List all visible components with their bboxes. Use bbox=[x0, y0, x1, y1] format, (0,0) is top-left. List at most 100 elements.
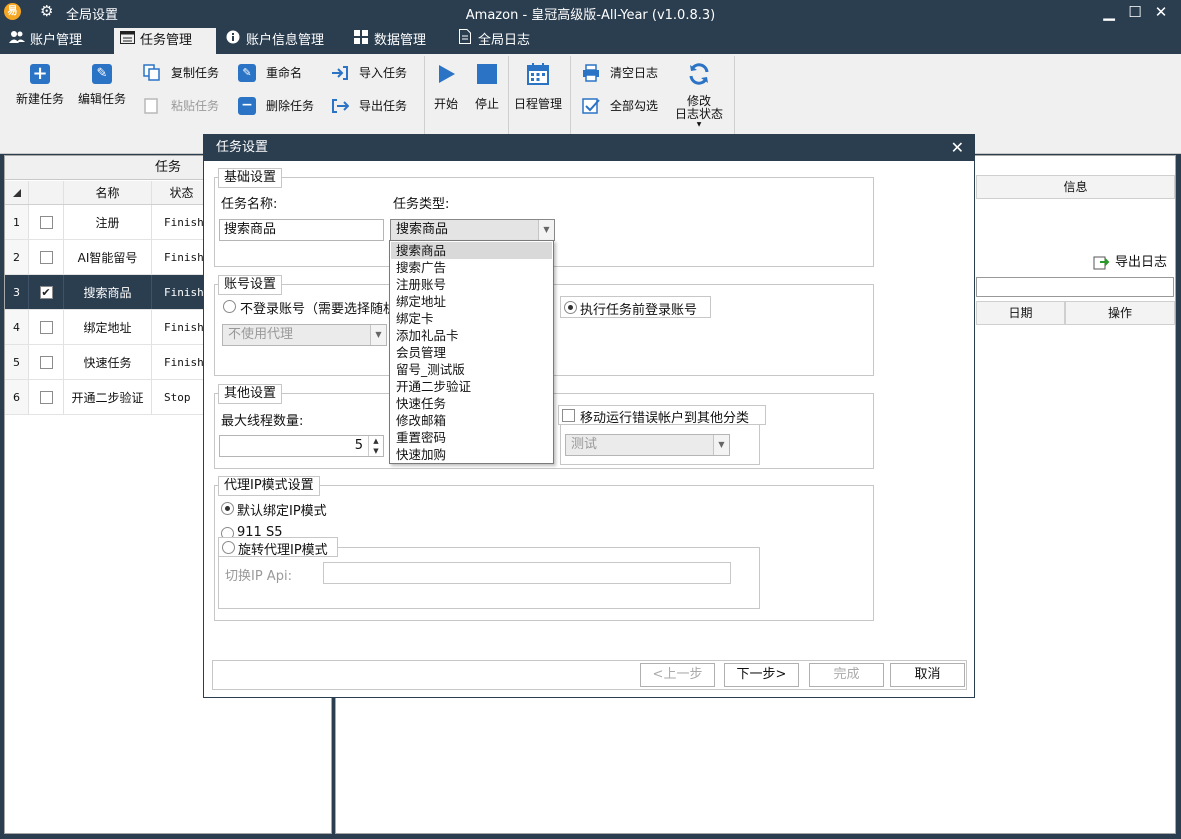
prev-step-button[interactable]: <上一步 bbox=[640, 663, 715, 687]
stop-icon bbox=[477, 64, 497, 84]
no-login-radio[interactable] bbox=[223, 300, 236, 313]
checkbox-icon[interactable] bbox=[39, 320, 53, 334]
export-log-button[interactable]: 导出日志 bbox=[1091, 253, 1175, 273]
task-type-option[interactable]: 搜索广告 bbox=[391, 259, 552, 276]
rename-pencil-icon: ✎ bbox=[238, 64, 256, 82]
rename-button[interactable]: ✎ 重命名 bbox=[238, 62, 318, 84]
finish-button[interactable]: 完成 bbox=[809, 663, 884, 687]
task-type-option[interactable]: 绑定卡 bbox=[391, 310, 552, 327]
dialog-close-button[interactable]: ✕ bbox=[951, 135, 964, 161]
global-settings-menu[interactable]: 全局设置 bbox=[66, 4, 118, 23]
group-title: 代理IP模式设置 bbox=[218, 476, 320, 496]
close-window-button[interactable]: ✕ bbox=[1150, 2, 1172, 22]
row-number: 4 bbox=[5, 310, 29, 344]
task-type-option[interactable]: 快速加购 bbox=[391, 446, 552, 463]
tab-data-management[interactable]: 数据管理 bbox=[352, 28, 448, 54]
proxy-rotate-radio[interactable] bbox=[222, 541, 235, 554]
task-type-option[interactable]: 修改邮箱 bbox=[391, 412, 552, 429]
task-settings-dialog: 任务设置 ✕ 基础设置 任务名称: 搜索商品 任务类型: 搜索商品 ▼ 账号设置… bbox=[203, 134, 975, 698]
delete-task-button[interactable]: − 删除任务 bbox=[238, 95, 318, 117]
export-task-button[interactable]: 导出任务 bbox=[331, 95, 415, 117]
category-select[interactable]: 测试 ▼ bbox=[565, 434, 730, 456]
grid-check-header bbox=[29, 181, 64, 204]
task-name-cell: 搜索商品 bbox=[64, 275, 152, 309]
copy-task-button[interactable]: 复制任务 bbox=[143, 62, 233, 84]
maximize-button[interactable]: ☐ bbox=[1124, 2, 1146, 22]
no-login-option[interactable]: 不登录账号（需要选择随机 bbox=[218, 296, 396, 318]
task-name-cell: 注册 bbox=[64, 205, 152, 239]
checkbox-icon[interactable] bbox=[39, 250, 53, 264]
task-type-option[interactable]: 添加礼品卡 bbox=[391, 327, 552, 344]
tab-account-management[interactable]: 账户管理 bbox=[8, 28, 108, 54]
ribbon-separator bbox=[508, 56, 509, 134]
printer-icon bbox=[583, 64, 599, 82]
caret-down-icon: ▼ bbox=[696, 121, 702, 128]
row-number: 5 bbox=[5, 345, 29, 379]
task-type-option[interactable]: 留号_测试版 bbox=[391, 361, 552, 378]
task-type-option[interactable]: 重置密码 bbox=[391, 429, 552, 446]
task-type-option[interactable]: 搜索商品 bbox=[391, 242, 552, 259]
group-title: 账号设置 bbox=[218, 275, 283, 295]
checkbox-icon[interactable] bbox=[39, 355, 53, 369]
task-type-option[interactable]: 快速任务 bbox=[391, 395, 552, 412]
task-type-option[interactable]: 开通二步验证 bbox=[391, 378, 552, 395]
column-header-name[interactable]: 名称 bbox=[64, 181, 152, 204]
grid-corner bbox=[5, 181, 29, 204]
task-name-input[interactable]: 搜索商品 bbox=[219, 219, 384, 241]
row-checkbox bbox=[29, 205, 64, 239]
spinner-arrows-icon[interactable]: ▲ ▼ bbox=[368, 436, 383, 456]
checkbox-icon[interactable] bbox=[39, 215, 53, 229]
tab-global-log[interactable]: 全局日志 bbox=[456, 28, 552, 54]
minimize-button[interactable]: ▁ bbox=[1098, 2, 1120, 22]
export-icon bbox=[332, 99, 349, 113]
grid-icon bbox=[352, 28, 370, 54]
move-error-checkbox[interactable] bbox=[562, 409, 575, 422]
paste-task-button[interactable]: 粘贴任务 bbox=[143, 95, 233, 117]
group-title: 基础设置 bbox=[218, 168, 283, 188]
task-type-option[interactable]: 绑定地址 bbox=[391, 293, 552, 310]
switch-ip-input[interactable] bbox=[323, 562, 731, 584]
task-type-option[interactable]: 会员管理 bbox=[391, 344, 552, 361]
next-step-button[interactable]: 下一步> bbox=[724, 663, 799, 687]
checkbox-checked-icon[interactable]: ✔ bbox=[39, 285, 53, 299]
move-error-option[interactable]: 移动运行错误帐户到其他分类 bbox=[558, 405, 766, 426]
gears-icon[interactable]: ⚙ bbox=[40, 2, 53, 20]
new-task-button[interactable]: + 新建任务 bbox=[10, 60, 70, 107]
clear-log-button[interactable]: 清空日志 bbox=[582, 62, 666, 84]
schedule-button[interactable]: 日程管理 bbox=[510, 60, 566, 112]
checkbox-icon[interactable] bbox=[39, 390, 53, 404]
chevron-down-icon: ▼ bbox=[713, 435, 729, 455]
ribbon-separator bbox=[734, 56, 735, 134]
pencil-icon: ✎ bbox=[92, 64, 112, 84]
proxy-rotate-option[interactable]: 旋转代理IP模式 bbox=[218, 537, 338, 558]
row-number: 2 bbox=[5, 240, 29, 274]
tab-account-info-management[interactable]: 账户信息管理 bbox=[224, 28, 344, 54]
task-type-select[interactable]: 搜索商品 ▼ bbox=[390, 219, 555, 241]
tab-label: 数据管理 bbox=[374, 33, 427, 48]
max-threads-spinner[interactable]: 5 ▲ ▼ bbox=[219, 435, 384, 457]
task-name-cell: 绑定地址 bbox=[64, 310, 152, 344]
log-filter-input[interactable] bbox=[976, 277, 1174, 297]
proxy-select[interactable]: 不使用代理 ▼ bbox=[222, 324, 387, 346]
edit-task-button[interactable]: ✎ 编辑任务 bbox=[74, 60, 130, 107]
task-type-option[interactable]: 注册账号 bbox=[391, 276, 552, 293]
refresh-icon bbox=[689, 63, 709, 85]
stop-button[interactable]: 停止 bbox=[470, 60, 504, 112]
login-before-option[interactable]: 执行任务前登录账号 bbox=[560, 296, 711, 318]
task-window-icon bbox=[118, 28, 136, 54]
proxy-default-option[interactable]: 默认绑定IP模式 bbox=[218, 498, 348, 519]
date-column-header: 日期 bbox=[976, 301, 1065, 325]
proxy-rotate-subgroup: 旋转代理IP模式 切换IP Api: bbox=[218, 537, 760, 609]
start-button[interactable]: 开始 bbox=[428, 60, 464, 112]
import-task-button[interactable]: 导入任务 bbox=[331, 62, 415, 84]
cancel-button[interactable]: 取消 bbox=[890, 663, 965, 687]
tab-label: 账户管理 bbox=[30, 33, 83, 48]
row-checkbox bbox=[29, 380, 64, 414]
tab-task-management[interactable]: 任务管理 bbox=[114, 28, 216, 54]
modify-log-status-button[interactable]: 修改 日志状态 ▼ bbox=[668, 60, 730, 129]
proxy-default-radio[interactable] bbox=[221, 502, 234, 515]
login-before-radio[interactable] bbox=[564, 301, 577, 314]
window-title: Amazon - 皇冠高级版-All-Year (v1.0.8.3) bbox=[465, 8, 716, 23]
select-all-button[interactable]: 全部勾选 bbox=[582, 95, 666, 117]
info-column-header: 信息 bbox=[976, 175, 1175, 199]
